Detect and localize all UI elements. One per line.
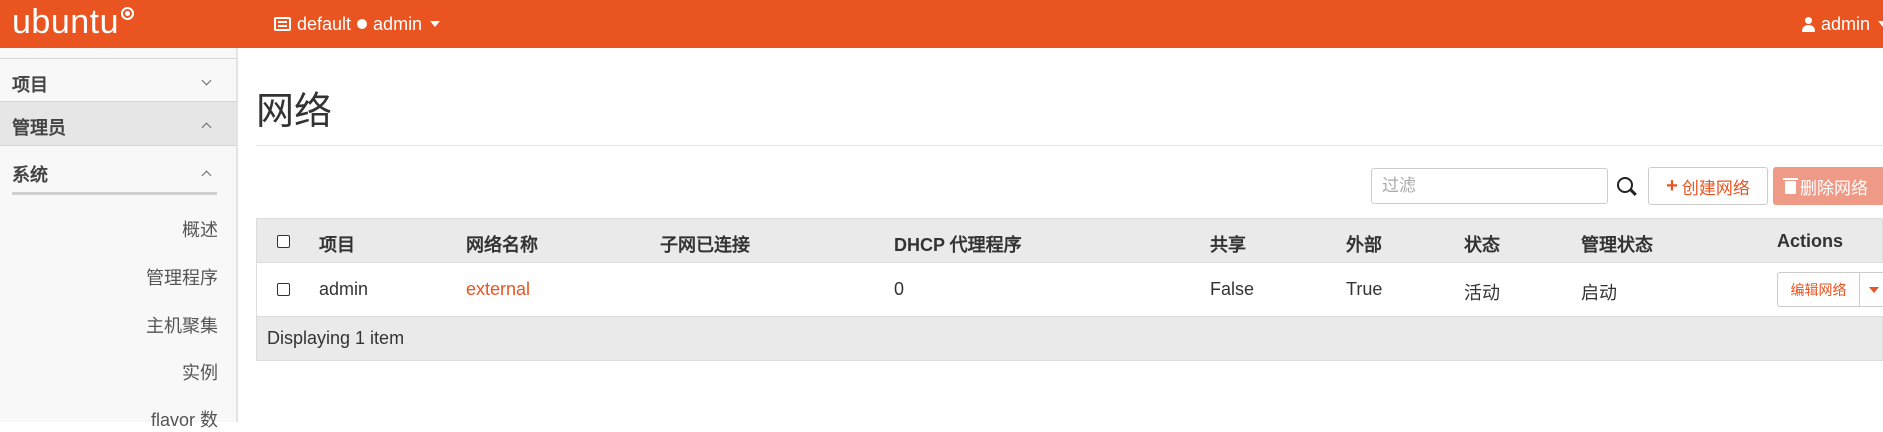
sidebar-section-label: 管理员: [12, 118, 66, 138]
sidebar-section-label: 系统: [12, 165, 48, 185]
column-header-project[interactable]: 项目: [319, 231, 355, 257]
separator-dot-icon: [357, 19, 368, 29]
chevron-up-icon: [201, 122, 212, 133]
create-network-button[interactable]: + 创建网络: [1648, 167, 1768, 205]
column-header-dhcp-agents[interactable]: DHCP 代理程序: [894, 231, 1022, 257]
ubuntu-circle-of-friends-icon: [121, 7, 134, 20]
row-actions-dropdown-toggle[interactable]: [1859, 272, 1883, 307]
trash-icon: [1783, 177, 1798, 194]
sidebar-item-flavors[interactable]: flavor 数: [151, 406, 218, 432]
project-switcher[interactable]: default admin: [274, 12, 441, 36]
caret-down-icon: [1878, 21, 1883, 27]
filter-box: [1371, 168, 1608, 204]
user-icon: [1802, 16, 1815, 32]
column-header-shared[interactable]: 共享: [1210, 231, 1246, 257]
plus-icon: +: [1666, 175, 1678, 197]
brand-logo[interactable]: ubuntu: [12, 2, 119, 42]
sidebar-item-overview[interactable]: 概述: [182, 216, 218, 242]
user-name: admin: [1821, 13, 1871, 34]
sidebar-item-hypervisors[interactable]: 管理程序: [146, 264, 218, 290]
domain-name: default: [297, 13, 352, 34]
row-checkbox[interactable]: [277, 283, 290, 296]
edit-network-button[interactable]: 编辑网络: [1777, 272, 1860, 307]
divider: [256, 145, 1883, 146]
table-header: 项目 网络名称 子网已连接 DHCP 代理程序 共享 外部 状态 管理状态 Ac…: [256, 218, 1883, 263]
list-icon: [274, 17, 291, 31]
cell-project: admin: [319, 279, 369, 299]
chevron-up-icon: [201, 170, 212, 181]
column-header-subnets[interactable]: 子网已连接: [660, 231, 750, 257]
sidebar-item-instances[interactable]: 实例: [182, 359, 218, 385]
delete-networks-label: 删除网络: [1800, 178, 1868, 198]
column-header-external[interactable]: 外部: [1346, 231, 1382, 257]
filter-input[interactable]: [1382, 175, 1572, 197]
sidebar-item-host-aggregates[interactable]: 主机聚集: [146, 312, 218, 338]
column-header-admin-state[interactable]: 管理状态: [1581, 231, 1653, 257]
sidebar-section-admin[interactable]: 管理员: [0, 102, 236, 146]
table-footer: Displaying 1 item: [256, 317, 1883, 361]
column-header-status[interactable]: 状态: [1464, 231, 1500, 257]
top-navbar: ubuntu default admin admin: [0, 0, 1883, 48]
sidebar-section-system[interactable]: 系统: [0, 146, 236, 190]
column-header-network-name[interactable]: 网络名称: [466, 231, 538, 257]
chevron-down-icon: [201, 75, 212, 86]
cell-admin-state: 启动: [1581, 283, 1617, 303]
column-header-actions: Actions: [1777, 231, 1844, 251]
sidebar-section-project[interactable]: 项目: [0, 58, 236, 102]
project-name: admin: [373, 13, 423, 34]
sidebar-section-label: 项目: [12, 75, 48, 95]
section-underline: [12, 192, 217, 195]
cell-network-name-link[interactable]: external: [466, 279, 530, 300]
caret-down-icon: [430, 21, 441, 27]
item-count: Displaying 1 item: [267, 328, 405, 348]
cell-dhcp-agents: 0: [894, 279, 905, 299]
page-title: 网络: [256, 91, 333, 133]
sidebar: 项目 管理员 系统 概述 管理程序 主机聚集 实例 flavor 数: [0, 48, 238, 430]
select-all-checkbox[interactable]: [277, 235, 290, 248]
table-row: admin external 0 False True 活动 启动 编辑网络: [256, 263, 1883, 317]
cell-external: True: [1346, 279, 1383, 299]
user-menu[interactable]: admin: [1802, 12, 1883, 36]
search-icon: [1617, 177, 1633, 193]
delete-networks-button[interactable]: 删除网络: [1773, 167, 1883, 205]
cell-status: 活动: [1464, 283, 1500, 303]
create-network-label: 创建网络: [1681, 178, 1750, 198]
cell-shared: False: [1210, 279, 1255, 299]
